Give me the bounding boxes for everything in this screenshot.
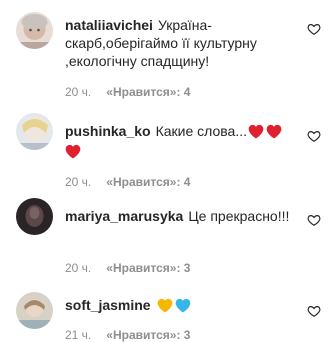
like-heart-icon[interactable]: [307, 22, 321, 36]
comment-likes[interactable]: «Нравится»: 3: [106, 328, 190, 342]
comment-body: soft_jasmine: [65, 296, 293, 314]
comment-time[interactable]: 20 ч.: [65, 261, 91, 275]
avatar-photo-icon: [16, 198, 53, 235]
comment-text: Це прекрасно!!!: [188, 208, 290, 224]
comment-item: mariya_marusyka Це прекрасно!!! 20 ч. «Нра…: [0, 190, 333, 275]
like-heart-icon[interactable]: [307, 129, 321, 143]
red-heart-icon: [266, 124, 282, 139]
avatar[interactable]: [16, 292, 53, 329]
avatar-photo-icon: [16, 113, 53, 150]
comment-likes[interactable]: «Нравится»: 3: [106, 261, 190, 275]
comment-meta: 20 ч. «Нравится»: 4: [65, 85, 190, 99]
comment-username[interactable]: mariya_marusyka: [65, 208, 183, 224]
comment-item: nataliiavichei Україна-скарб,оберігаймо ї…: [0, 0, 333, 100]
comment-meta: 20 ч. «Нравится»: 4: [65, 175, 190, 189]
avatar[interactable]: [16, 12, 53, 49]
avatar[interactable]: [16, 198, 53, 235]
yellow-heart-icon: [157, 298, 173, 313]
avatar[interactable]: [16, 113, 53, 150]
red-heart-icon: [248, 124, 264, 139]
comment-time[interactable]: 21 ч.: [65, 328, 91, 342]
like-heart-icon[interactable]: [307, 213, 321, 227]
comment-username[interactable]: nataliiavichei: [65, 17, 153, 33]
comment-body: pushinka_ko Какие слова...: [65, 122, 293, 160]
comment-body: mariya_marusyka Це прекрасно!!!: [65, 207, 293, 225]
comment-likes[interactable]: «Нравится»: 4: [106, 85, 190, 99]
comment-meta: 21 ч. «Нравится»: 3: [65, 328, 190, 342]
comment-meta: 20 ч. «Нравится»: 3: [65, 261, 190, 275]
comment-item: soft_jasmine 21 ч. «Нравится»: 3: [0, 280, 333, 342]
avatar-photo-icon: [16, 12, 53, 49]
comment-item: pushinka_ko Какие слова... 20 ч. «Нравится…: [0, 105, 333, 190]
comments-list: nataliiavichei Україна-скарб,оберігаймо ї…: [0, 0, 333, 342]
comment-username[interactable]: pushinka_ko: [65, 123, 151, 139]
comment-username[interactable]: soft_jasmine: [65, 297, 151, 313]
like-heart-icon[interactable]: [307, 304, 321, 318]
comment-time[interactable]: 20 ч.: [65, 175, 91, 189]
comment-likes[interactable]: «Нравится»: 4: [106, 175, 190, 189]
comment-text: Какие слова...: [155, 123, 248, 139]
avatar-photo-icon: [16, 292, 53, 329]
blue-heart-icon: [175, 298, 191, 313]
comment-time[interactable]: 20 ч.: [65, 85, 91, 99]
comment-body: nataliiavichei Україна-скарб,оберігаймо ї…: [65, 16, 293, 70]
red-heart-icon: [65, 144, 81, 159]
